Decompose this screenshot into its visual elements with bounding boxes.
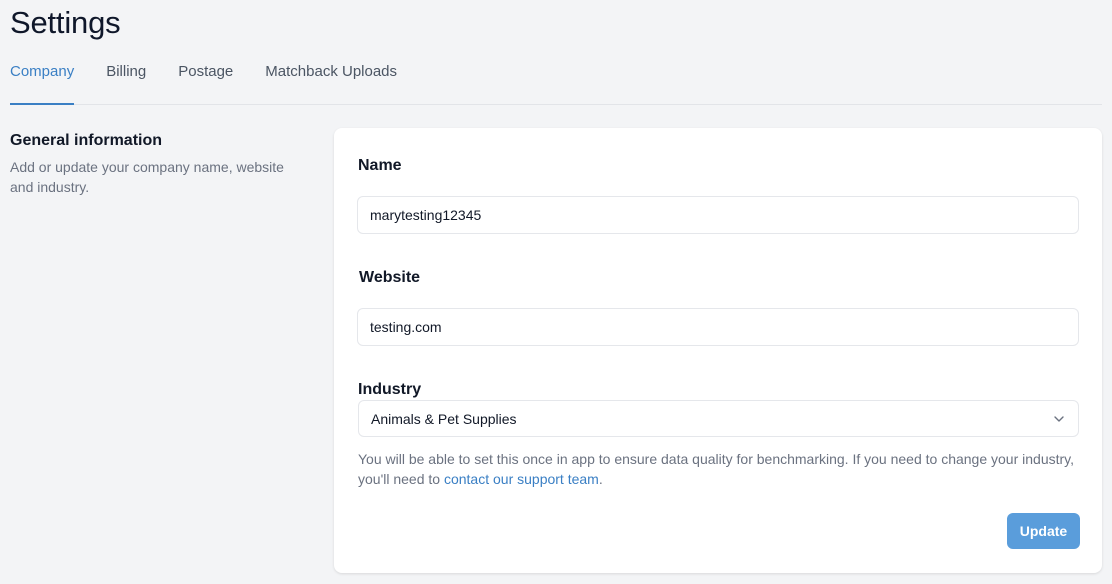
name-input[interactable] xyxy=(357,196,1079,234)
industry-help-text: You will be able to set this once in app… xyxy=(358,449,1078,489)
tab-matchback-uploads[interactable]: Matchback Uploads xyxy=(265,52,397,104)
chevron-down-icon xyxy=(1052,412,1066,426)
section-intro: General information Add or update your c… xyxy=(10,131,310,197)
tab-billing[interactable]: Billing xyxy=(106,52,146,104)
industry-label: Industry xyxy=(358,381,422,398)
settings-tabs: Company Billing Postage Matchback Upload… xyxy=(10,52,1102,105)
page-title: Settings xyxy=(10,5,121,40)
contact-support-link[interactable]: contact our support team xyxy=(444,471,599,487)
section-title: General information xyxy=(10,132,163,149)
name-label: Name xyxy=(358,157,402,174)
section-description: Add or update your company name, website… xyxy=(10,159,284,195)
industry-help-suffix: . xyxy=(598,471,603,487)
tab-company[interactable]: Company xyxy=(10,52,75,105)
company-settings-card: Name Website Industry Animals & Pet Supp… xyxy=(334,128,1102,573)
industry-select[interactable]: Animals & Pet Supplies xyxy=(358,400,1079,437)
update-button[interactable]: Update xyxy=(1007,513,1080,549)
tab-postage[interactable]: Postage xyxy=(178,52,233,104)
website-input[interactable] xyxy=(357,308,1079,346)
website-label: Website xyxy=(359,269,421,286)
industry-select-value: Animals & Pet Supplies xyxy=(371,410,517,427)
